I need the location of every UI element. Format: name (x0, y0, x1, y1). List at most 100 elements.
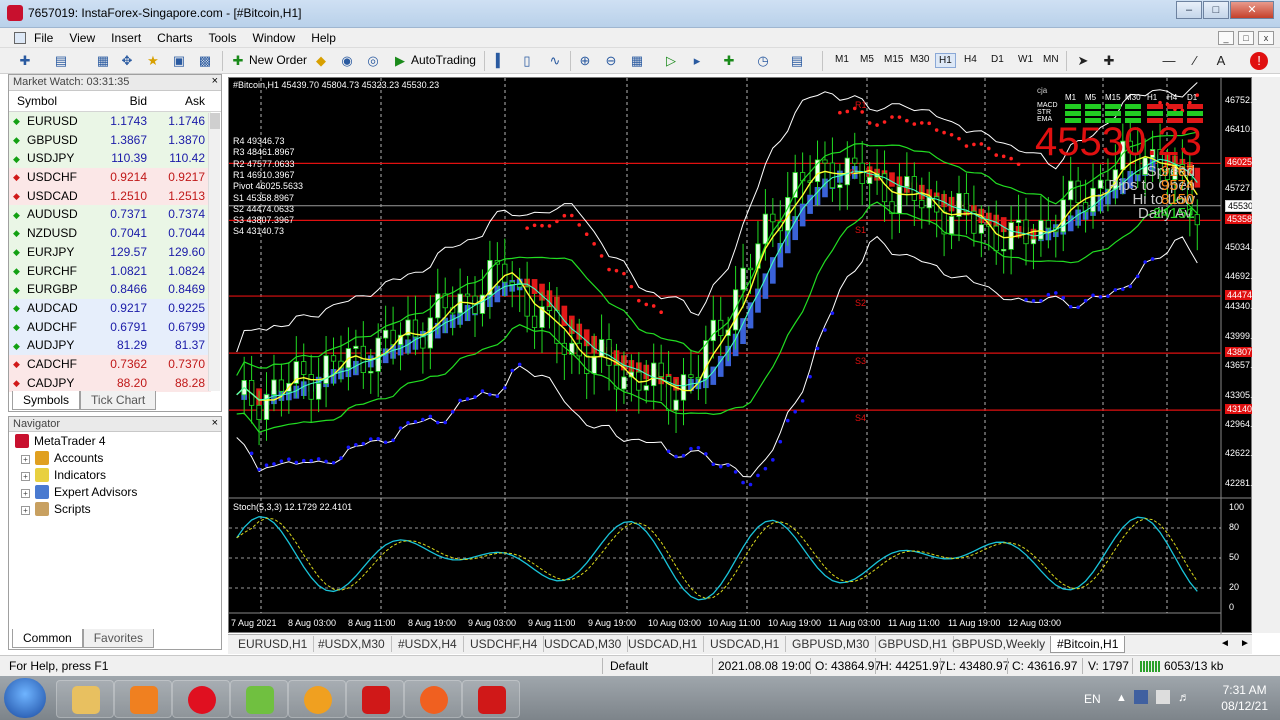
tf-h1[interactable]: H1 (935, 53, 956, 68)
chart-shift-icon[interactable]: ▸ (688, 52, 706, 70)
market-watch-scrollbar[interactable] (208, 113, 220, 391)
cursor-icon[interactable]: ➤ (1074, 52, 1092, 70)
tf-d1[interactable]: D1 (988, 53, 1007, 66)
tf-m15[interactable]: M15 (881, 53, 906, 66)
new-order-button[interactable]: New Order (249, 53, 307, 67)
chart-tab[interactable]: USDCAD,H1 (704, 636, 787, 652)
market-row[interactable]: ◆ GBPUSD 1.3867 1.3870 (9, 130, 221, 150)
market-row[interactable]: ◆ USDJPY 110.39 110.42 (9, 149, 221, 169)
crosshair-icon[interactable]: ✚ (1100, 52, 1118, 70)
market-watch-icon[interactable]: ▦ (94, 52, 112, 70)
tf-m5[interactable]: M5 (857, 53, 877, 66)
strategy-tester-icon[interactable]: ▩ (196, 52, 214, 70)
mdi-restore-button[interactable]: □ (1238, 31, 1254, 45)
nav-scripts[interactable]: Scripts (35, 502, 91, 516)
tf-m30[interactable]: M30 (907, 53, 932, 66)
market-row[interactable]: ◆ AUDCAD 0.9217 0.9225 (9, 298, 221, 318)
market-row[interactable]: ◆ EURCHF 1.0821 1.0824 (9, 261, 221, 281)
chart-window[interactable]: #Bitcoin,H1 45439.70 45804.73 45323.23 4… (228, 77, 1269, 634)
menu-view[interactable]: View (61, 30, 103, 46)
market-row[interactable]: ◆ AUDCHF 0.6791 0.6799 (9, 317, 221, 337)
autotrading-button[interactable]: AutoTrading (411, 53, 476, 67)
taskbar-media[interactable] (114, 680, 172, 718)
indicators-icon[interactable]: ✚ (720, 52, 738, 70)
new-chart-icon[interactable]: ✚ (16, 52, 34, 70)
menu-file[interactable]: File (26, 30, 61, 46)
templates-icon[interactable]: ▤ (788, 52, 806, 70)
chart-tab[interactable]: GBPUSD,H1 (872, 636, 955, 652)
tab-symbols[interactable]: Symbols (12, 391, 81, 410)
menu-help[interactable]: Help (303, 30, 344, 46)
metaeditor-icon[interactable]: ◆ (312, 52, 330, 70)
line-chart-icon[interactable]: ∿ (546, 52, 564, 70)
autotrading-icon[interactable]: ▶ (391, 52, 409, 70)
taskbar-mt4-2[interactable] (462, 680, 520, 718)
tf-h4[interactable]: H4 (961, 53, 980, 66)
language-indicator[interactable]: EN (1084, 692, 1101, 706)
market-row[interactable]: ◆ CADJPY 88.20 88.28 (9, 373, 221, 393)
menu-window[interactable]: Window (245, 30, 304, 46)
taskbar-explorer[interactable] (56, 680, 114, 718)
maximize-button[interactable]: □ (1203, 1, 1229, 19)
tile-windows-icon[interactable]: ▦ (628, 52, 646, 70)
text-tool-icon[interactable]: A (1212, 52, 1230, 70)
terminal-icon[interactable]: ▣ (170, 52, 188, 70)
menu-charts[interactable]: Charts (149, 30, 200, 46)
candlestick-icon[interactable]: ▯ (518, 52, 536, 70)
network-icon[interactable] (1156, 690, 1170, 704)
close-icon[interactable]: × (212, 75, 218, 87)
market-row[interactable]: ◆ USDCHF 0.9214 0.9217 (9, 168, 221, 187)
volume-icon[interactable]: ♬ (1178, 690, 1190, 704)
minimize-button[interactable]: – (1176, 1, 1202, 19)
col-ask[interactable]: Ask (151, 91, 211, 111)
clock[interactable]: 7:31 AM 08/12/21 (1221, 682, 1268, 714)
chart-tab[interactable]: #USDX,M30 (312, 636, 392, 652)
signals-icon[interactable]: ◉ (338, 52, 356, 70)
close-button[interactable]: ✕ (1230, 1, 1274, 19)
chart-tab[interactable]: GBPUSD,M30 (786, 636, 877, 652)
taskbar-app4[interactable] (230, 680, 288, 718)
market-row[interactable]: ◆ NZDUSD 0.7041 0.7044 (9, 224, 221, 243)
nav-accounts[interactable]: Accounts (35, 451, 103, 465)
market-row[interactable]: ◆ EURGBP 0.8466 0.8469 (9, 280, 221, 299)
profiles-icon[interactable]: ▤ (52, 52, 70, 70)
chart-tab[interactable]: GBPUSD,Weekly (946, 636, 1053, 652)
tabs-scroll-right-icon[interactable]: ► (1240, 638, 1250, 649)
market-row[interactable]: ◆ CADCHF 0.7362 0.7370 (9, 354, 221, 374)
market-row[interactable]: ◆ EURJPY 129.57 129.60 (9, 242, 221, 262)
chart-tab[interactable]: #Bitcoin,H1 (1050, 636, 1126, 653)
chart-tab[interactable]: #USDX,H4 (392, 636, 464, 652)
autoscroll-icon[interactable]: ▷ (662, 52, 680, 70)
chart-tab[interactable]: USDCHF,H4 (464, 636, 545, 652)
market-row[interactable]: ◆ USDCAD 1.2510 1.2513 (9, 186, 221, 206)
mdi-minimize-button[interactable]: _ (1218, 31, 1234, 45)
menu-insert[interactable]: Insert (103, 30, 149, 46)
new-order-icon[interactable]: ✚ (229, 52, 247, 70)
alert-icon[interactable]: ! (1250, 52, 1268, 70)
chart-tab[interactable]: EURUSD,H1 (232, 636, 315, 652)
zoom-out-icon[interactable]: ⊖ (602, 52, 620, 70)
tab-favorites[interactable]: Favorites (82, 629, 155, 648)
zoom-in-icon[interactable]: ⊕ (576, 52, 594, 70)
nav-root[interactable]: MetaTrader 4 (15, 434, 106, 448)
tab-tick-chart[interactable]: Tick Chart (80, 391, 157, 410)
mdi-close-button[interactable]: x (1258, 31, 1274, 45)
market-row[interactable]: ◆ EURUSD 1.1743 1.1746 (9, 112, 221, 131)
close-icon[interactable]: × (212, 417, 218, 429)
chart-tab[interactable]: USDCAD,H1 (622, 636, 705, 652)
trendline-icon[interactable]: ∕ (1186, 52, 1204, 70)
nav-expert-advisors[interactable]: Expert Advisors (35, 485, 137, 499)
market-row[interactable]: ◆ AUDUSD 0.7371 0.7374 (9, 205, 221, 225)
tf-m1[interactable]: M1 (832, 53, 852, 66)
menu-tools[interactable]: Tools (201, 30, 245, 46)
tf-w1[interactable]: W1 (1015, 53, 1036, 66)
start-button[interactable] (4, 678, 46, 718)
data-window-icon[interactable]: ✥ (118, 52, 136, 70)
tf-mn[interactable]: MN (1040, 53, 1062, 66)
status-profile[interactable]: Default (610, 659, 648, 673)
horizontal-line-icon[interactable]: — (1160, 52, 1178, 70)
tab-common[interactable]: Common (12, 629, 83, 648)
tray-arrow-icon[interactable]: ▲ (1116, 692, 1127, 704)
tabs-scroll-left-icon[interactable]: ◄ (1220, 638, 1230, 649)
nav-indicators[interactable]: Indicators (35, 468, 106, 482)
